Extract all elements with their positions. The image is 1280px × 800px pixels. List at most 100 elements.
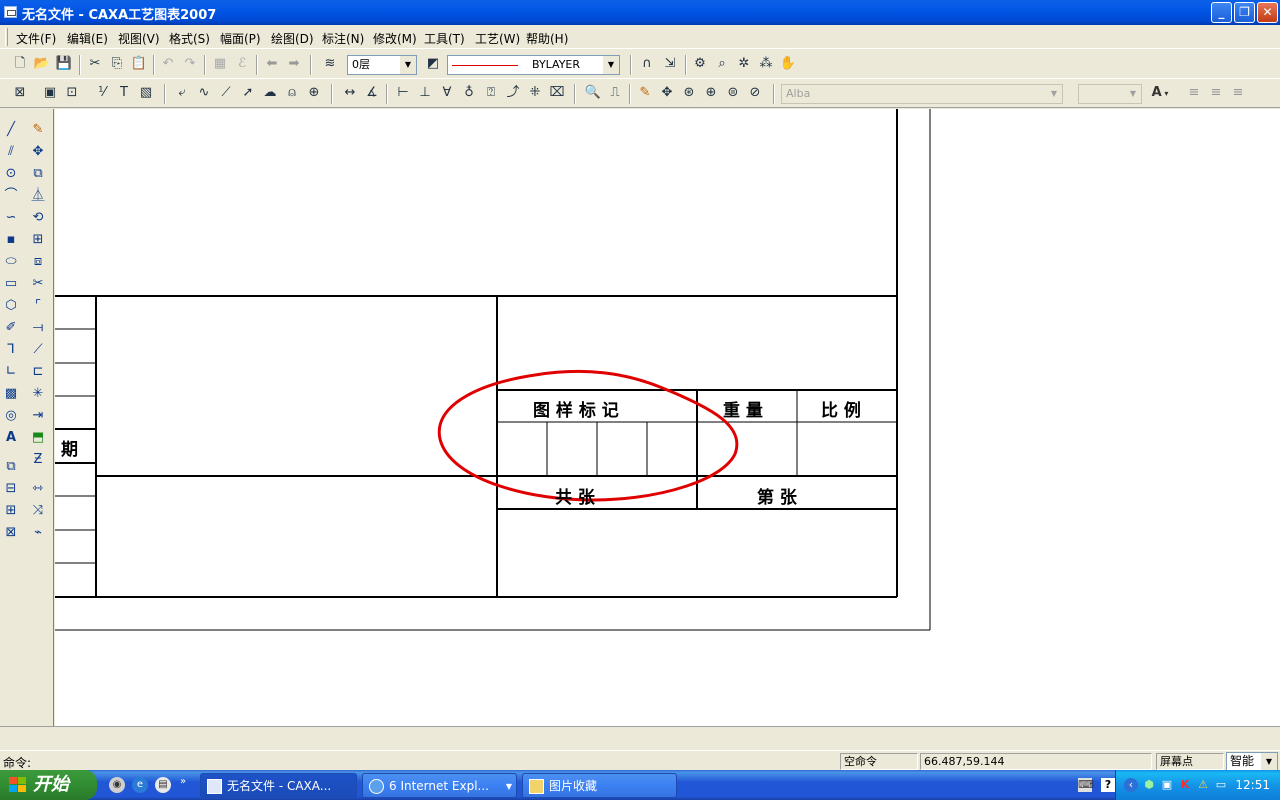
chevron-right-icon[interactable]: » <box>180 776 186 787</box>
layer-select[interactable]: 0层 ▼ <box>347 55 417 75</box>
zoom-realtime-icon[interactable]: ⊛ <box>679 83 699 103</box>
copy-icon[interactable]: ⎘ <box>107 54 127 74</box>
media-player-icon[interactable]: ◉ <box>109 777 125 793</box>
drawing-canvas[interactable]: 期 图 样 标 记 重 量 比 例 共 张 第 张 <box>55 109 1280 726</box>
menu-help[interactable]: 帮助(H) <box>526 30 568 47</box>
pan-icon[interactable]: ✥ <box>657 83 677 103</box>
text-frame-icon[interactable]: T <box>114 83 134 103</box>
minimize-button[interactable]: _ <box>1211 2 1232 23</box>
text-color-button[interactable]: A ▾ <box>1146 83 1174 103</box>
move-icon[interactable]: ✥ <box>28 142 48 162</box>
line-icon[interactable]: ╱ <box>1 120 21 140</box>
linear-dimension-icon[interactable]: ↔ <box>340 83 360 103</box>
monitor-icon[interactable]: ▣ <box>1160 778 1174 792</box>
fill-icon[interactable]: ▧ <box>136 83 156 103</box>
close-button[interactable]: ✕ <box>1257 2 1278 23</box>
menu-file[interactable]: 文件(F) <box>16 30 56 47</box>
back-arrow-icon[interactable]: ⬅ <box>262 54 282 74</box>
properties-icon[interactable]: ⚙ <box>690 54 710 74</box>
table-edit-icon[interactable]: ⤨ <box>28 501 48 521</box>
menu-process[interactable]: 工艺(W) <box>475 30 520 47</box>
menu-draw[interactable]: 绘图(D) <box>271 30 314 47</box>
ellipse-icon[interactable]: ⬭ <box>1 252 21 272</box>
color-icon[interactable]: ◩ <box>423 54 443 74</box>
network-icon[interactable]: ⬢ <box>1142 778 1156 792</box>
hook-icon[interactable]: ⤶ <box>172 83 192 103</box>
number-icon[interactable]: ⅟ <box>92 83 112 103</box>
undo-icon[interactable]: ↶ <box>158 54 178 74</box>
forward-arrow-icon[interactable]: ➡ <box>284 54 304 74</box>
align-left-icon[interactable]: ≡ <box>1184 83 1204 103</box>
break-icon[interactable]: ⟋ <box>28 340 48 360</box>
wave-icon[interactable]: ∿ <box>194 83 214 103</box>
point-icon[interactable]: ▪ <box>1 230 21 250</box>
query-icon[interactable]: ⌕ <box>712 54 732 74</box>
display-icon[interactable]: ▭ <box>1214 778 1228 792</box>
insert-icon[interactable]: ⊟ <box>1 479 21 499</box>
menu-sheet[interactable]: 幅面(P) <box>220 30 261 47</box>
pan-hand-icon[interactable]: ✋ <box>778 54 798 74</box>
dimension-edit-icon[interactable]: ⇿ <box>28 479 48 499</box>
image-icon[interactable]: ⊞ <box>1 501 21 521</box>
menu-format[interactable]: 格式(S) <box>169 30 210 47</box>
text-icon[interactable]: A <box>1 428 21 448</box>
polygon-icon[interactable]: ⬡ <box>1 296 21 316</box>
rectangle-icon[interactable]: ▭ <box>1 274 21 294</box>
search-icon[interactable]: 🔍 <box>583 83 603 103</box>
zoom-all-icon[interactable]: ⊜ <box>723 83 743 103</box>
start-button[interactable]: 开始 <box>0 770 97 800</box>
trim-icon[interactable]: ✂ <box>28 274 48 294</box>
pencil-icon[interactable]: ✎ <box>635 83 655 103</box>
erase-icon[interactable]: ✎ <box>28 120 48 140</box>
snap-mode-select[interactable]: 智能 ▼ <box>1226 752 1278 771</box>
explode-icon[interactable]: ✳ <box>28 384 48 404</box>
library-icon[interactable]: ⊠ <box>1 523 21 543</box>
antivirus-icon[interactable]: K <box>1178 778 1192 792</box>
menu-modify[interactable]: 修改(M) <box>373 30 417 47</box>
fillet-icon[interactable]: ⌜ <box>28 296 48 316</box>
property-brush-icon[interactable]: Ƶ <box>28 450 48 470</box>
fill-tool-icon[interactable]: ◎ <box>1 406 21 426</box>
balloon-icon[interactable]: ⍰ <box>481 83 501 103</box>
zoom-window-icon[interactable]: ⊕ <box>701 83 721 103</box>
spline-icon[interactable]: ∽ <box>1 208 21 228</box>
task-caxa[interactable]: 无名文件 - CAXA... <box>200 773 357 798</box>
clock[interactable]: 12:51 <box>1235 778 1270 792</box>
mirror-icon[interactable]: ⏅ <box>28 186 48 206</box>
font-size-select[interactable]: ▼ <box>1078 84 1142 104</box>
parallel-line-icon[interactable]: ⫽ <box>1 142 21 162</box>
menu-dimension[interactable]: 标注(N) <box>322 30 364 47</box>
align-center-icon[interactable]: ≡ <box>1206 83 1226 103</box>
settings-icon[interactable]: ✲ <box>734 54 754 74</box>
centerline-tool-icon[interactable]: ⅂ <box>1 340 21 360</box>
leader-icon[interactable]: ⤴ <box>503 83 523 103</box>
internet-explorer-icon[interactable]: e <box>132 777 148 793</box>
security-icon[interactable]: ⚠ <box>1196 778 1210 792</box>
rotate-icon[interactable]: ⟲ <box>28 208 48 228</box>
keyboard-icon[interactable]: ⌨ <box>1078 778 1094 792</box>
datum-icon[interactable]: ⊥ <box>415 83 435 103</box>
stamp-icon[interactable]: ⍝ <box>282 83 302 103</box>
title-block-icon[interactable]: ⊡ <box>62 83 82 103</box>
brush-icon[interactable]: ⌁ <box>28 523 48 543</box>
grid-tool-icon[interactable]: ⁂ <box>756 54 776 74</box>
angle-dimension-icon[interactable]: ∡ <box>362 83 382 103</box>
roughness-icon[interactable]: ∀ <box>437 83 457 103</box>
break-line-icon[interactable]: ⟋ <box>216 83 236 103</box>
snap-point-icon[interactable]: ⊠ <box>10 83 30 103</box>
formula-icon[interactable]: ℰ <box>232 54 252 74</box>
copy-tool-icon[interactable]: ⧉ <box>28 164 48 184</box>
stretch-icon[interactable]: ⊏ <box>28 362 48 382</box>
new-file-icon[interactable]: 🗋 <box>10 54 30 74</box>
help-icon[interactable]: ? <box>1101 778 1115 792</box>
measure-icon[interactable]: ⎍ <box>605 83 625 103</box>
restore-button[interactable]: ❐ <box>1234 2 1255 23</box>
cut-icon[interactable]: ✂ <box>85 54 105 74</box>
save-icon[interactable]: 💾 <box>54 54 74 74</box>
coordinate-icon[interactable]: ⁜ <box>525 83 545 103</box>
paste-icon[interactable]: 📋 <box>129 54 149 74</box>
extend-icon[interactable]: ⟞ <box>28 318 48 338</box>
polyline-icon[interactable]: ✐ <box>1 318 21 338</box>
show-desktop-icon[interactable]: ▤ <box>155 777 171 793</box>
layer-manager-icon[interactable]: ≋ <box>320 54 340 74</box>
